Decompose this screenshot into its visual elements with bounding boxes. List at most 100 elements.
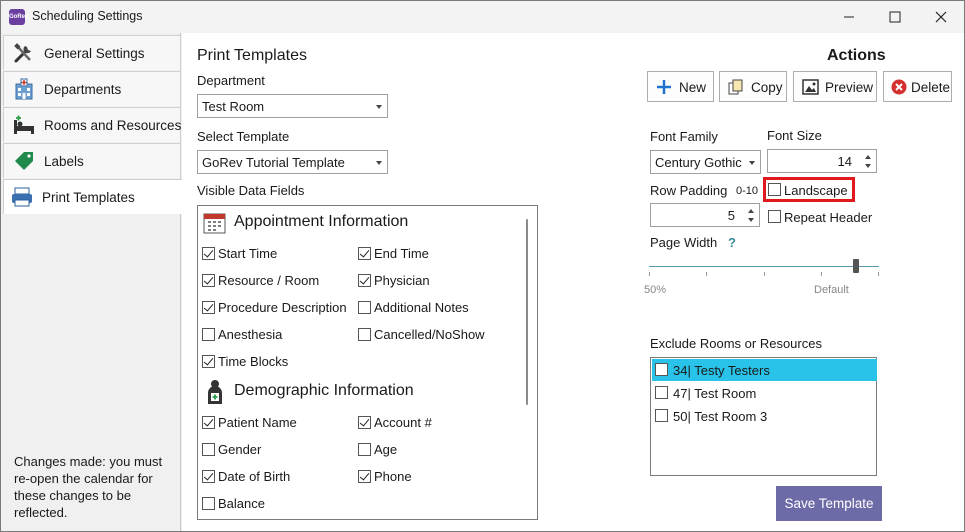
gender-label: Gender [218, 442, 262, 457]
end-time-checkbox[interactable] [358, 247, 371, 260]
exclude-item-checkbox[interactable] [655, 363, 668, 376]
chevron-down-icon [749, 161, 755, 165]
balance-checkbox[interactable] [202, 497, 215, 510]
print-templates-heading: Print Templates [197, 47, 307, 64]
exclude-rooms-list[interactable]: 34| Testy Testers 47| Test Room 50| Test… [650, 357, 877, 476]
delete-icon [891, 79, 907, 95]
exclude-item-checkbox[interactable] [655, 409, 668, 422]
new-button-label: New [679, 80, 707, 95]
demographic-information-heading: Demographic Information [234, 382, 414, 399]
preview-button[interactable]: Preview [793, 71, 877, 102]
additional-notes-checkbox[interactable] [358, 301, 371, 314]
physician-checkbox[interactable] [358, 274, 371, 287]
preview-icon [802, 79, 819, 95]
phone-checkbox[interactable] [358, 470, 371, 483]
sidebar-item-rooms-and-resources[interactable]: Rooms and Resources [3, 107, 181, 142]
settings-sidebar: General Settings Departments Rooms and R… [1, 33, 183, 531]
exclude-item-label: 50| Test Room 3 [673, 409, 768, 424]
font-family-dropdown[interactable]: Century Gothic [650, 150, 761, 174]
fields-scrollbar[interactable] [526, 219, 528, 405]
balance-label: Balance [218, 496, 265, 511]
department-label: Department [197, 73, 265, 88]
sidebar-item-departments[interactable]: Departments [3, 71, 181, 106]
page-width-slider-thumb[interactable] [853, 259, 859, 273]
minimize-button[interactable] [826, 1, 872, 33]
font-size-stepper[interactable]: 14 [767, 149, 877, 173]
account-number-label: Account # [374, 415, 432, 430]
time-blocks-checkbox[interactable] [202, 355, 215, 368]
appointment-information-heading: Appointment Information [234, 213, 409, 230]
close-icon [935, 11, 947, 23]
exclude-rooms-label: Exclude Rooms or Resources [650, 336, 822, 351]
font-family-value: Century Gothic [655, 155, 742, 170]
sidebar-item-labels[interactable]: Labels [3, 143, 181, 178]
page-width-slider-track[interactable] [649, 266, 879, 267]
account-number-checkbox[interactable] [358, 416, 371, 429]
resource-room-checkbox[interactable] [202, 274, 215, 287]
age-checkbox[interactable] [358, 443, 371, 456]
sidebar-item-label: Print Templates [42, 190, 135, 205]
template-dropdown[interactable]: GoRev Tutorial Template [197, 150, 388, 174]
sidebar-item-label: Departments [44, 82, 122, 97]
window-title: Scheduling Settings [32, 9, 143, 23]
close-button[interactable] [918, 1, 964, 33]
department-dropdown[interactable]: Test Room [197, 94, 388, 118]
chevron-down-icon [376, 105, 382, 109]
time-blocks-label: Time Blocks [218, 354, 289, 369]
exclude-item-label: 34| Testy Testers [673, 363, 770, 378]
chevron-down-icon[interactable] [865, 164, 871, 168]
anesthesia-label: Anesthesia [218, 327, 283, 342]
hospital-icon [15, 78, 33, 100]
repeat-header-label: Repeat Header [784, 210, 873, 225]
list-item[interactable]: 34| Testy Testers [652, 359, 877, 381]
delete-button-label: Delete [911, 80, 951, 95]
chevron-up-icon[interactable] [865, 155, 871, 159]
page-width-min-label: 50% [644, 284, 667, 296]
copy-icon [728, 79, 743, 95]
delete-button[interactable]: Delete [883, 71, 952, 102]
phone-label: Phone [374, 469, 412, 484]
procedure-description-checkbox[interactable] [202, 301, 215, 314]
sidebar-item-label: Rooms and Resources [44, 118, 182, 133]
cancelled-noshow-checkbox[interactable] [358, 328, 371, 341]
patient-name-checkbox[interactable] [202, 416, 215, 429]
font-size-value: 14 [837, 154, 852, 169]
printer-icon [12, 187, 32, 207]
anesthesia-checkbox[interactable] [202, 328, 215, 341]
bed-icon [14, 115, 34, 134]
sidebar-item-general-settings[interactable]: General Settings [3, 35, 181, 70]
list-item[interactable]: 47| Test Room [652, 382, 877, 404]
tools-icon [14, 43, 31, 63]
exclude-item-label: 47| Test Room [673, 386, 757, 401]
save-template-button[interactable]: Save Template [776, 486, 882, 521]
minimize-icon [844, 16, 854, 18]
chevron-up-icon[interactable] [748, 209, 754, 213]
font-family-label: Font Family [650, 129, 718, 144]
maximize-button[interactable] [872, 1, 918, 33]
gender-checkbox[interactable] [202, 443, 215, 456]
new-button[interactable]: New [647, 71, 714, 102]
help-icon[interactable]: ? [728, 235, 736, 250]
settings-window: GoRev Scheduling Settings General Settin… [0, 0, 965, 532]
sidebar-item-label: Labels [44, 154, 84, 169]
date-of-birth-label: Date of Birth [218, 469, 291, 484]
start-time-checkbox[interactable] [202, 247, 215, 260]
resource-room-label: Resource / Room [218, 273, 320, 288]
slider-tick [878, 272, 879, 276]
repeat-header-checkbox[interactable] [768, 210, 781, 223]
app-logo-icon: GoRev [9, 9, 28, 25]
copy-button[interactable]: Copy [719, 71, 787, 102]
slider-tick [764, 272, 765, 276]
list-item[interactable]: 50| Test Room 3 [652, 405, 877, 427]
end-time-label: End Time [374, 246, 429, 261]
chevron-down-icon[interactable] [748, 218, 754, 222]
slider-tick [706, 272, 707, 276]
sidebar-item-print-templates[interactable]: Print Templates [3, 179, 183, 214]
calendar-icon [203, 213, 226, 234]
additional-notes-label: Additional Notes [374, 300, 469, 315]
exclude-item-checkbox[interactable] [655, 386, 668, 399]
department-value: Test Room [202, 99, 265, 114]
row-padding-stepper[interactable]: 5 [650, 203, 760, 227]
date-of-birth-checkbox[interactable] [202, 470, 215, 483]
cancelled-noshow-label: Cancelled/NoShow [374, 327, 485, 342]
